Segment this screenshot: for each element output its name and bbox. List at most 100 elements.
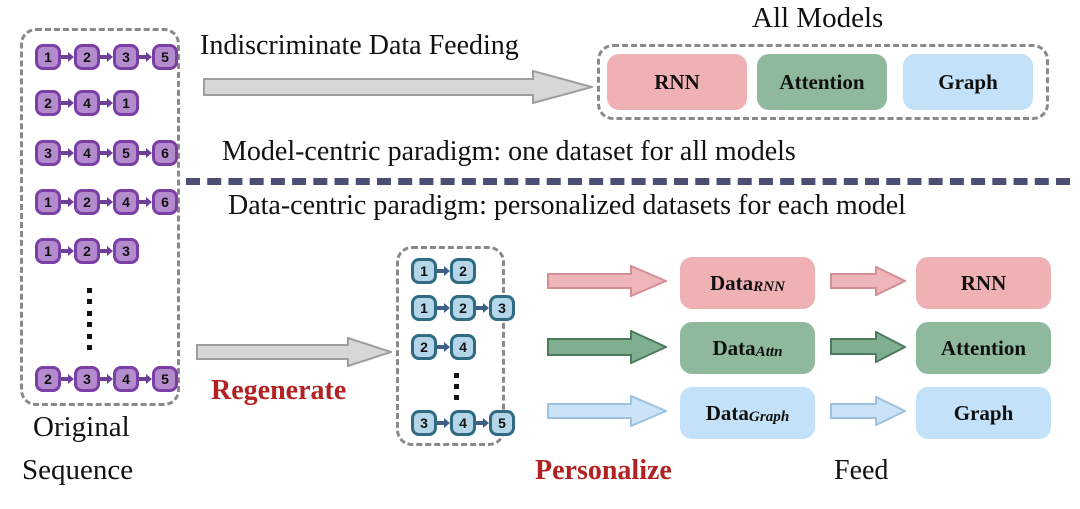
feed-arrow-rnn-icon (830, 266, 906, 296)
sequence-node: 2 (35, 90, 61, 116)
personalize-label: Personalize (535, 455, 672, 486)
sequence-node: 6 (152, 189, 178, 215)
arrow-link-icon (139, 374, 152, 384)
data-box-subscript: Graph (748, 409, 790, 426)
indiscriminate-feeding-arrow-icon (203, 70, 593, 104)
sequence-node: 3 (113, 44, 139, 70)
sequence-node: 1 (411, 295, 437, 321)
arrow-link-icon (61, 374, 74, 384)
sequence-node: 4 (450, 410, 476, 436)
all-models-box-rnn[interactable]: RNN (607, 54, 747, 110)
data-box-subscript: RNN (753, 279, 786, 296)
sequence-node: 2 (74, 238, 100, 264)
sequence-node: 3 (35, 140, 61, 166)
arrow-link-icon (100, 374, 113, 384)
all-models-box-label: RNN (654, 69, 700, 94)
arrow-link-icon (100, 197, 113, 207)
feed-label: Feed (834, 455, 889, 486)
regenerated-sequence-row: 3 4 5 (411, 410, 515, 436)
model-box-label: RNN (960, 270, 1007, 295)
regenerate-label: Regenerate (211, 375, 347, 406)
data-box-rnn[interactable]: Data RNN (680, 257, 815, 309)
sequence-node: 2 (74, 189, 100, 215)
data-box-label: Data (709, 270, 754, 295)
sequence-node: 3 (489, 295, 515, 321)
sequence-node: 4 (113, 189, 139, 215)
arrow-link-icon (437, 342, 450, 352)
arrow-link-icon (61, 246, 74, 256)
model-box-label: Graph (953, 400, 1014, 425)
sequence-node: 1 (35, 238, 61, 264)
feed-arrow-graph-icon (830, 396, 906, 426)
sequence-node: 2 (411, 334, 437, 360)
model-box-attention[interactable]: Attention (916, 322, 1051, 374)
data-box-graph[interactable]: Data Graph (680, 387, 815, 439)
arrow-link-icon (61, 197, 74, 207)
sequence-node: 5 (489, 410, 515, 436)
arrow-link-icon (437, 418, 450, 428)
sequence-node: 4 (450, 334, 476, 360)
model-box-label: Attention (940, 335, 1027, 360)
model-box-rnn[interactable]: RNN (916, 257, 1051, 309)
regenerate-arrow-icon (196, 337, 392, 367)
original-sequence-row: 2 4 1 (35, 90, 139, 116)
arrow-link-icon (61, 52, 74, 62)
sequence-node: 2 (450, 295, 476, 321)
sequence-node: 1 (113, 90, 139, 116)
all-models-title: All Models (752, 2, 884, 34)
diagram-canvas: 1 2 3 5 2 4 1 3 4 5 6 1 2 4 6 1 2 3 2 3 … (0, 0, 1080, 509)
indiscriminate-feeding-label: Indiscriminate Data Feeding (200, 30, 519, 61)
arrow-link-icon (61, 98, 74, 108)
sequence-node: 2 (74, 44, 100, 70)
sequence-node: 4 (113, 366, 139, 392)
arrow-link-icon (437, 266, 450, 276)
sequence-node: 1 (411, 258, 437, 284)
sequence-node: 6 (152, 140, 178, 166)
arrow-link-icon (476, 303, 489, 313)
model-box-graph[interactable]: Graph (916, 387, 1051, 439)
arrow-link-icon (139, 52, 152, 62)
original-sequence-row: 3 4 5 6 (35, 140, 178, 166)
model-centric-paradigm-label: Model-centric paradigm: one dataset for … (222, 136, 796, 167)
arrow-link-icon (139, 148, 152, 158)
data-box-subscript: Attn (755, 344, 783, 361)
regenerated-sequence-row: 1 2 3 (411, 295, 515, 321)
personalize-arrow-rnn-icon (547, 265, 667, 297)
data-box-label: Data (705, 400, 749, 425)
arrow-link-icon (100, 52, 113, 62)
original-sequence-caption-line2: Sequence (22, 454, 134, 486)
sequence-node: 3 (411, 410, 437, 436)
all-models-box-attention[interactable]: Attention (757, 54, 887, 110)
sequence-node: 3 (74, 366, 100, 392)
sequence-node: 4 (74, 140, 100, 166)
arrow-link-icon (100, 246, 113, 256)
original-sequence-row: 1 2 4 6 (35, 189, 178, 215)
all-models-box-label: Attention (779, 69, 865, 94)
arrow-link-icon (61, 148, 74, 158)
sequence-node: 5 (152, 366, 178, 392)
personalize-arrow-graph-icon (547, 395, 667, 427)
original-sequence-row: 1 2 3 (35, 238, 139, 264)
personalize-arrow-attention-icon (547, 330, 667, 364)
arrow-link-icon (476, 418, 489, 428)
data-box-label: Data (712, 335, 756, 360)
data-box-attention[interactable]: Data Attn (680, 322, 815, 374)
original-sequence-caption-line1: Original (33, 411, 130, 443)
sequence-node: 1 (35, 44, 61, 70)
sequence-node: 2 (35, 366, 61, 392)
sequence-node: 2 (450, 258, 476, 284)
regenerated-sequence-row: 1 2 (411, 258, 476, 284)
original-sequence-panel (20, 28, 180, 406)
sequence-node: 5 (152, 44, 178, 70)
vertical-ellipsis-icon (86, 288, 92, 350)
data-centric-paradigm-label: Data-centric paradigm: personalized data… (228, 190, 906, 221)
arrow-link-icon (437, 303, 450, 313)
sequence-node: 3 (113, 238, 139, 264)
feed-arrow-attention-icon (830, 331, 906, 363)
sequence-node: 5 (113, 140, 139, 166)
original-sequence-row: 2 3 4 5 (35, 366, 178, 392)
vertical-ellipsis-icon (454, 373, 459, 400)
all-models-box-graph[interactable]: Graph (903, 54, 1033, 110)
original-sequence-row: 1 2 3 5 (35, 44, 178, 70)
paradigm-divider (186, 178, 1070, 185)
